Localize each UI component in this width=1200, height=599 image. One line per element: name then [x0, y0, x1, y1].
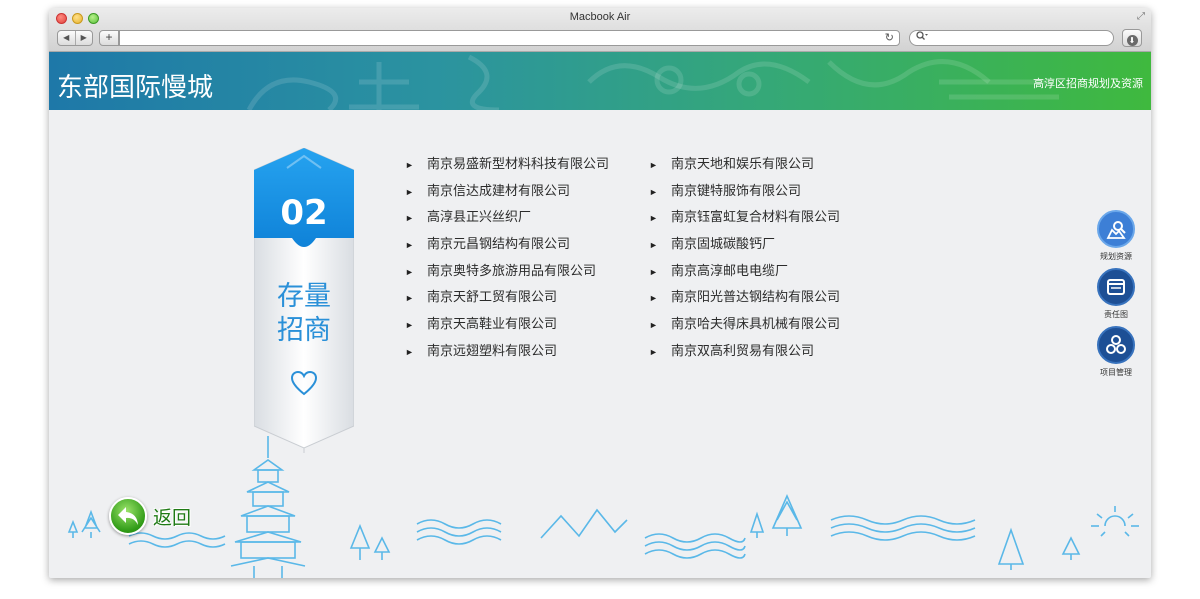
list-item[interactable]: ► 南京键特服饰有限公司 [649, 178, 840, 205]
company-name: 南京元昌钢结构有限公司 [427, 236, 571, 252]
banner-pattern [246, 54, 1059, 110]
search-icon [916, 31, 928, 45]
company-name: 南京天舒工贸有限公司 [427, 289, 558, 305]
company-name: 南京钰富虹复合材料有限公司 [671, 209, 841, 225]
list-item[interactable]: ► 南京高淳邮电电缆厂 [649, 258, 840, 285]
bullet-icon: ► [405, 240, 414, 251]
window-title: Macbook Air [569, 11, 631, 23]
fullscreen-icon[interactable]: ⤢ [1137, 11, 1145, 22]
tool-label: 项目管理 [1100, 368, 1132, 377]
company-name: 南京远翅塑料有限公司 [427, 342, 558, 358]
company-name: 南京信达成建材有限公司 [427, 182, 571, 198]
forward-nav-button[interactable]: ▶ [76, 31, 93, 45]
company-name: 南京键特服饰有限公司 [671, 182, 802, 198]
company-name: 南京易盛新型材料科技有限公司 [427, 156, 610, 171]
download-icon: ⬇ [1126, 35, 1138, 46]
bullet-icon: ► [649, 320, 658, 331]
list-item[interactable]: ► 南京元昌钢结构有限公司 [405, 231, 609, 258]
company-name: 南京哈夫得床具机械有限公司 [671, 316, 841, 332]
reload-icon[interactable]: ↻ [885, 31, 894, 45]
browser-window: Macbook Air ⤢ ◀ ▶ + ↻ ⬇ 东部国际慢城 高淳区招商规划及资… [49, 8, 1151, 578]
list-item[interactable]: ► 南京天地和娱乐有限公司 [649, 151, 840, 178]
planning-resources-link[interactable]: 高淳区招商规划及资源 [1033, 75, 1143, 91]
network-icon [1097, 326, 1135, 364]
ribbon-label: 存量 招商 [254, 279, 354, 347]
back-nav-button[interactable]: ◀ [58, 31, 76, 45]
company-name: 南京天地和娱乐有限公司 [671, 156, 815, 171]
list-item[interactable]: ► 南京阳光普达钢结构有限公司 [649, 284, 840, 311]
list-item[interactable]: ► 南京天舒工贸有限公司 [405, 284, 609, 311]
company-list-left: ► 南京易盛新型材料科技有限公司 ► 南京信达成建材有限公司 ► 高淳县正兴丝织厂 ►… [405, 151, 609, 365]
bullet-icon: ► [649, 213, 658, 224]
header-banner: 东部国际慢城 高淳区招商规划及资源 [49, 52, 1151, 110]
company-name: 南京双高利贸易有限公司 [671, 342, 815, 358]
company-name: 南京固城碳酸钙厂 [671, 236, 776, 252]
company-name: 高淳县正兴丝织厂 [427, 209, 532, 225]
company-name: 南京高淳邮电电缆厂 [671, 262, 789, 278]
title-bar: Macbook Air ⤢ ◀ ▶ + ↻ ⬇ [49, 8, 1151, 52]
bullet-icon: ► [405, 186, 414, 197]
list-item[interactable]: ► 南京远翅塑料有限公司 [405, 338, 609, 365]
tool-label: 规划资源 [1100, 252, 1132, 261]
list-item[interactable]: ► 南京哈夫得床具机械有限公司 [649, 311, 840, 338]
list-item[interactable]: ► 南京信达成建材有限公司 [405, 178, 609, 205]
list-item[interactable]: ► 南京易盛新型材料科技有限公司 [405, 151, 609, 178]
ribbon-number: 02 [280, 193, 328, 233]
list-item[interactable]: ► 南京钰富虹复合材料有限公司 [649, 204, 840, 231]
add-tab-button[interactable]: + [99, 30, 119, 46]
history-nav: ◀ ▶ [57, 30, 93, 46]
scenery-illustration [67, 436, 1139, 578]
list-item[interactable]: ► 南京天高鞋业有限公司 [405, 311, 609, 338]
ribbon-label-line2: 招商 [277, 315, 331, 345]
back-arrow-icon [109, 497, 147, 535]
responsibility-map-tool[interactable]: 责任图 [1095, 268, 1137, 320]
bullet-icon: ► [405, 293, 414, 304]
company-list-right: ► 南京天地和娱乐有限公司 ► 南京键特服饰有限公司 ► 南京钰富虹复合材料有限公司 … [649, 151, 840, 365]
list-item[interactable]: ► 南京奥特多旅游用品有限公司 [405, 258, 609, 285]
bullet-icon: ► [649, 240, 658, 251]
bullet-icon: ► [649, 293, 658, 304]
tool-label: 责任图 [1104, 310, 1128, 319]
back-label: 返回 [153, 507, 192, 529]
pagoda-icon [230, 436, 306, 578]
list-item[interactable]: ► 南京双高利贸易有限公司 [649, 338, 840, 365]
sun-icon [1091, 506, 1139, 537]
address-bar[interactable]: ↻ [119, 30, 900, 46]
bullet-icon: ► [649, 160, 658, 170]
company-name: 南京阳光普达钢结构有限公司 [671, 289, 841, 305]
bullet-icon: ► [649, 346, 658, 357]
map-person-icon [1097, 210, 1135, 248]
bullet-icon: ► [405, 266, 414, 277]
project-management-tool[interactable]: 项目管理 [1095, 326, 1137, 378]
bullet-icon: ► [405, 160, 414, 170]
bullet-icon: ► [649, 266, 658, 277]
company-name: 南京奥特多旅游用品有限公司 [427, 262, 597, 278]
search-field[interactable] [909, 30, 1114, 46]
window-icon [1097, 268, 1135, 306]
downloads-button[interactable]: ⬇ [1122, 29, 1142, 47]
page-title: 东部国际慢城 [57, 72, 214, 102]
section-ribbon: 02 存量 招商 [253, 147, 355, 458]
company-name: 南京天高鞋业有限公司 [427, 316, 558, 332]
bullet-icon: ► [405, 320, 414, 331]
ribbon-label-line1: 存量 [277, 281, 331, 311]
bullet-icon: ► [649, 186, 658, 197]
heart-icon [290, 370, 318, 396]
back-button[interactable]: 返回 [109, 496, 191, 536]
bullet-icon: ► [405, 213, 414, 224]
planning-resources-tool[interactable]: 规划资源 [1095, 210, 1137, 262]
list-item[interactable]: ► 高淳县正兴丝织厂 [405, 204, 609, 231]
bullet-icon: ► [405, 346, 414, 357]
list-item[interactable]: ► 南京固城碳酸钙厂 [649, 231, 840, 258]
